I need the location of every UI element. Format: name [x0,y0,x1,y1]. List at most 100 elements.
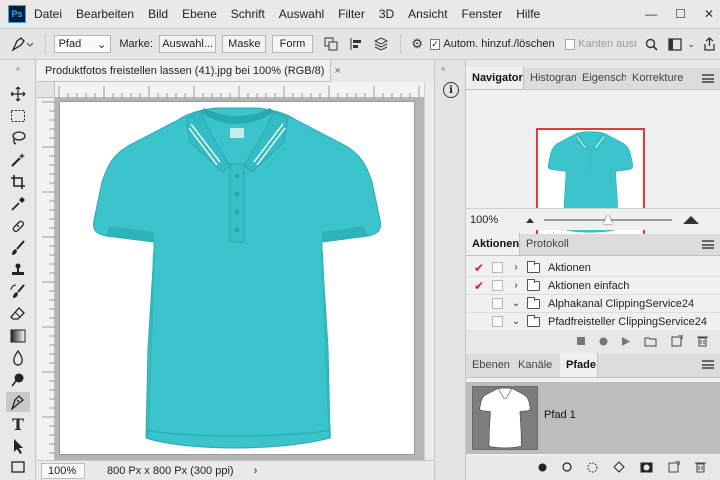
tab-histogram[interactable]: Histogram [524,67,576,89]
slider-thumb[interactable] [603,214,613,224]
play-icon[interactable] [622,336,630,346]
menu-auswahl[interactable]: Auswahl [279,7,324,21]
type-tool-icon[interactable]: T [6,414,30,434]
collapse-toolbar-icon[interactable]: » [6,63,30,73]
history-brush-tool-icon[interactable] [6,282,30,302]
new-set-icon[interactable] [644,336,657,347]
zoom-out-icon[interactable] [524,216,536,224]
path-row-selected[interactable]: Pfad 1 [466,382,720,454]
stroke-path-icon[interactable] [562,462,572,472]
healing-brush-tool-icon[interactable] [6,216,30,236]
tab-navigator[interactable]: Navigator [466,67,524,89]
action-set-row[interactable]: ✔ › Aktionen [466,259,720,277]
panel-menu-icon[interactable] [702,74,714,83]
close-button[interactable]: ✕ [704,7,714,21]
new-action-icon[interactable] [671,335,683,347]
path-alignment-icon[interactable] [346,37,367,51]
move-tool-icon[interactable] [6,84,30,104]
make-path-icon[interactable] [613,461,625,473]
load-selection-icon[interactable] [587,462,598,473]
make-shape-button[interactable]: Form [272,35,313,53]
blur-tool-icon[interactable] [6,348,30,368]
workspace-icon[interactable] [664,37,687,51]
tab-properties[interactable]: Eigenschaf [576,67,626,89]
stop-icon[interactable] [577,337,585,345]
zoom-in-icon[interactable] [682,215,700,225]
lasso-tool-icon[interactable] [6,128,30,148]
menu-ansicht[interactable]: Ansicht [408,7,447,21]
tab-channels[interactable]: Kanäle [512,353,560,377]
chevron-down-icon[interactable]: ⌄ [511,316,521,327]
menu-hilfe[interactable]: Hilfe [516,7,540,21]
menu-ebene[interactable]: Ebene [182,7,217,21]
tab-paths[interactable]: Pfade [560,353,598,377]
path-selection-tool-icon[interactable] [6,436,30,456]
delete-icon[interactable] [695,461,706,473]
vertical-ruler[interactable] [37,98,55,460]
zoom-input[interactable]: 100% [41,462,85,479]
pen-tool-preset-picker[interactable] [8,36,37,52]
ruler-origin[interactable] [37,82,55,98]
info-icon[interactable]: i [443,82,459,98]
minimize-button[interactable]: — [645,7,657,21]
gear-icon[interactable]: ⚙ [409,36,426,52]
menu-filter[interactable]: Filter [338,7,365,21]
navigator-zoom-value[interactable]: 100% [470,214,510,226]
action-set-row[interactable]: ✔ › Aktionen einfach [466,277,720,295]
action-set-row[interactable]: ⌄ Alphakanal ClippingService24 [466,295,720,313]
checkmark-icon[interactable]: ✔ [472,261,486,275]
document-tab[interactable]: Produktfotos freistellen lassen (41).jpg… [37,60,341,82]
path-operations-icon[interactable] [321,37,342,51]
dialog-toggle[interactable] [492,298,503,309]
pen-tool-icon[interactable] [6,392,30,412]
clone-stamp-tool-icon[interactable] [6,260,30,280]
dodge-tool-icon[interactable] [6,370,30,390]
menu-datei[interactable]: Datei [34,7,62,21]
chevron-down-icon[interactable]: ⌄ [687,39,695,50]
menu-3d[interactable]: 3D [379,7,394,21]
make-mask-button[interactable]: Maske [222,35,267,53]
close-document-icon[interactable]: × [334,65,340,77]
chevron-right-icon[interactable]: › [511,262,521,273]
status-menu-icon[interactable]: › [254,465,258,477]
image-canvas[interactable] [60,102,414,454]
action-set-row[interactable]: ⌄ Pfadfreisteller ClippingService24 [466,313,720,331]
tab-adjustments[interactable]: Korrekture [626,67,692,89]
make-selection-button[interactable]: Auswahl... [158,35,217,53]
delete-icon[interactable] [697,335,708,347]
gradient-tool-icon[interactable] [6,326,30,346]
marquee-tool-icon[interactable] [6,106,30,126]
chevron-down-icon[interactable]: ⌄ [511,298,521,309]
auto-add-delete-checkbox[interactable]: ✓ [429,38,441,50]
search-icon[interactable] [641,38,662,51]
menu-bild[interactable]: Bild [148,7,168,21]
checkmark-icon[interactable]: ✔ [472,279,486,293]
navigator-zoom-slider[interactable] [544,214,672,225]
eyedropper-tool-icon[interactable] [6,194,30,214]
align-edges-checkbox[interactable] [564,38,576,50]
tab-layers[interactable]: Ebenen [466,353,512,377]
panel-menu-icon[interactable] [702,360,714,369]
record-icon[interactable] [599,337,608,346]
tab-history[interactable]: Protokoll [520,233,574,255]
dialog-toggle[interactable] [492,262,503,273]
tool-mode-select[interactable]: Pfad ⌄ [53,35,112,53]
eraser-tool-icon[interactable] [6,304,30,324]
crop-tool-icon[interactable] [6,172,30,192]
fill-path-icon[interactable] [538,463,547,472]
brush-tool-icon[interactable] [6,238,30,258]
share-icon[interactable] [699,37,720,51]
menu-fenster[interactable]: Fenster [462,7,503,21]
magic-wand-tool-icon[interactable] [6,150,30,170]
dialog-toggle[interactable] [492,280,503,291]
add-mask-icon[interactable] [640,462,653,473]
panel-menu-icon[interactable] [702,240,714,249]
vertical-scrollbar[interactable] [424,82,434,460]
shape-tool-icon[interactable] [6,458,30,476]
path-arrangement-icon[interactable] [371,37,392,51]
chevron-right-icon[interactable]: › [511,280,521,291]
expand-panels-icon[interactable]: « [441,64,445,73]
tab-actions[interactable]: Aktionen [466,233,520,255]
menu-schrift[interactable]: Schrift [231,7,265,21]
menu-bearbeiten[interactable]: Bearbeiten [76,7,134,21]
